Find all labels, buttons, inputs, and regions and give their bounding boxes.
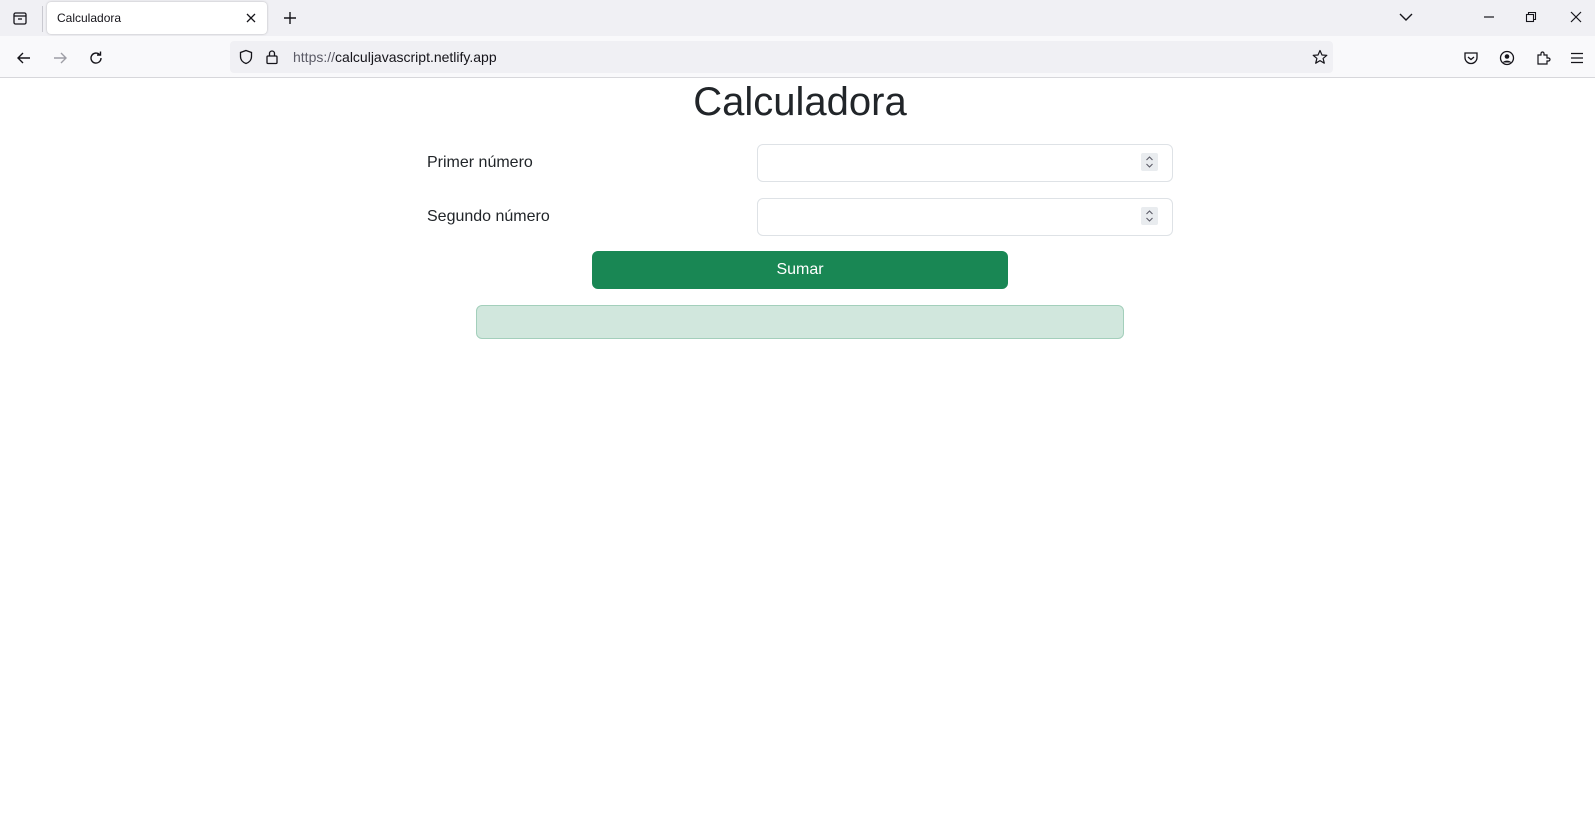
lock-icon[interactable] [262,47,282,67]
first-number-label: Primer número [427,154,533,171]
result-box [476,305,1124,339]
close-tab-icon[interactable] [241,8,261,28]
tab-calculadora[interactable]: Calculadora [47,2,267,34]
tab-bar: Calculadora [0,0,1595,36]
reload-icon[interactable] [82,44,110,72]
second-number-label: Segundo número [427,208,550,225]
url-bar[interactable]: https://calculjavascript.netlify.app [230,41,1333,73]
account-icon[interactable] [1493,44,1521,72]
pocket-icon[interactable] [1457,44,1485,72]
restore-icon[interactable] [1515,2,1547,32]
menu-icon[interactable] [1563,44,1591,72]
sum-button[interactable]: Sumar [592,251,1008,289]
first-number-input[interactable] [757,144,1173,182]
extensions-icon[interactable] [1529,44,1557,72]
url-host: calculjavascript.netlify.app [335,49,497,65]
new-tab-icon[interactable] [277,5,303,31]
back-arrow-icon[interactable] [10,44,38,72]
url-scheme: https:// [293,49,336,65]
navigation-bar: https://calculjavascript.netlify.app [0,36,1595,78]
first-number-spinner[interactable] [1141,153,1158,171]
tab-separator [42,6,43,32]
list-all-tabs-icon[interactable] [1390,2,1422,32]
second-number-spinner[interactable] [1141,207,1158,225]
close-window-icon[interactable] [1560,2,1592,32]
url-text[interactable]: https://calculjavascript.netlify.app [293,49,497,65]
bookmark-star-icon[interactable] [1310,47,1330,67]
tab-title: Calculadora [57,11,122,25]
second-number-input[interactable] [757,198,1173,236]
tab-list-icon[interactable] [8,6,32,30]
shield-icon[interactable] [236,47,256,67]
forward-arrow-icon[interactable] [46,44,74,72]
minimize-icon[interactable] [1473,2,1505,32]
page-title: Calculadora [693,80,907,124]
